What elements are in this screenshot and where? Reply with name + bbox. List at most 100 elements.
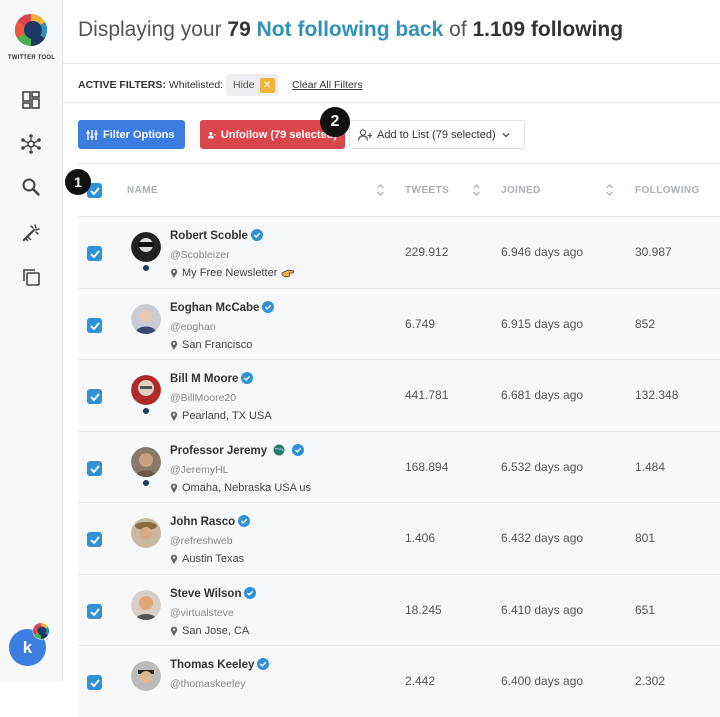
filter-whitelisted-label: Whitelisted: [168, 79, 224, 91]
avatar[interactable] [131, 232, 161, 262]
pointing-hand-icon [282, 269, 295, 278]
online-dot [143, 265, 149, 271]
following-count: 2.302 [635, 674, 666, 688]
user-name[interactable]: Robert Scoble [170, 229, 263, 242]
network-icon[interactable] [20, 133, 42, 155]
tweets-count: 229.912 [405, 245, 449, 259]
user-name[interactable]: Eoghan McCabe [170, 301, 275, 314]
location-pin-icon [170, 483, 178, 493]
sort-icon[interactable] [376, 183, 385, 197]
location-pin-icon [170, 340, 178, 350]
title-prefix: Displaying your [78, 18, 222, 41]
user-handle: @Scobleizer [170, 249, 230, 261]
avatar[interactable] [131, 661, 161, 691]
column-header-tweets[interactable]: TWEETS [405, 185, 449, 196]
row-checkbox[interactable] [87, 318, 102, 333]
app-logo-text: TWITTER TOOL [7, 55, 56, 61]
add-to-list-button[interactable]: Add to List (79 selected) [349, 120, 525, 149]
verified-badge-icon [262, 301, 275, 313]
magic-wand-icon[interactable] [20, 222, 42, 244]
user-name[interactable]: Bill M Moore [170, 372, 254, 385]
row-checkbox[interactable] [87, 675, 102, 690]
user-handle: @BillMoore20 [170, 392, 237, 404]
user-handle: @eoghan [170, 321, 216, 333]
filter-options-label: Filter Options [103, 128, 175, 141]
filter-options-button[interactable]: Filter Options [78, 120, 185, 149]
title-filter-name: Not following back [256, 18, 444, 41]
verified-badge-icon [238, 515, 251, 527]
filter-chip-hide: Hide ✕ [226, 74, 279, 96]
following-count: 801 [635, 531, 656, 545]
avatar[interactable] [131, 590, 161, 620]
table-row[interactable]: Professor Jeremy @JeremyHL Omaha, Nebras… [78, 431, 720, 503]
column-header-name[interactable]: NAME [127, 185, 158, 196]
tweets-count: 168.894 [405, 460, 449, 474]
location-pin-icon [170, 554, 178, 564]
search-icon[interactable] [20, 176, 42, 198]
table-row[interactable]: Robert Scoble @Scobleizer My Free Newsle… [78, 216, 720, 288]
check-icon [89, 607, 100, 616]
row-checkbox[interactable] [87, 246, 102, 261]
joined-date: 6.915 days ago [501, 317, 584, 331]
unfollow-label: Unfollow (79 selected) [220, 128, 337, 141]
dashboard-icon[interactable] [20, 89, 42, 111]
table-row[interactable]: Thomas Keeley @thomaskeeley 2.442 6.400 … [78, 645, 720, 717]
user-location: Pearland, TX USA [170, 410, 272, 422]
user-location: My Free Newsletter [170, 267, 295, 279]
user-location: San Jose, CA [170, 625, 249, 637]
verified-badge-icon [291, 444, 304, 456]
online-dot [143, 408, 149, 414]
following-count: 852 [635, 317, 656, 331]
avatar[interactable] [131, 304, 161, 334]
table-row[interactable]: Eoghan McCabe @eoghan San Francisco 6.74… [78, 288, 720, 360]
app-badge-icon [32, 622, 50, 640]
annotation-marker-1: 1 [65, 169, 91, 195]
sort-icon[interactable] [472, 183, 481, 197]
check-icon [89, 535, 100, 544]
active-filters-label: ACTIVE FILTERS: Whitelisted: [78, 79, 223, 91]
user-name[interactable]: Steve Wilson [170, 587, 257, 600]
table-row[interactable]: John Rasco @refreshweb Austin Texas 1.40… [78, 502, 720, 574]
avatar[interactable] [131, 447, 161, 477]
sidebar: TWITTER TOOL k [0, 0, 63, 681]
user-name[interactable]: John Rasco [170, 515, 251, 528]
user-minus-icon [208, 131, 216, 138]
online-dot [143, 480, 149, 486]
following-count: 30.987 [635, 245, 672, 259]
main-content: Displaying your 79 Not following back of… [63, 0, 720, 717]
avatar[interactable] [131, 375, 161, 405]
row-checkbox[interactable] [87, 389, 102, 404]
tweets-count: 6.749 [405, 317, 436, 331]
sort-icon[interactable] [605, 183, 614, 197]
row-checkbox[interactable] [87, 461, 102, 476]
filter-chip-label: Hide [233, 79, 255, 91]
check-icon [89, 678, 100, 687]
user-name[interactable]: Professor Jeremy [170, 444, 304, 457]
user-location: Omaha, Nebraska USA us [170, 482, 311, 494]
copy-icon[interactable] [20, 266, 42, 288]
avatar[interactable] [131, 518, 161, 548]
joined-date: 6.410 days ago [501, 603, 584, 617]
title-middle: of [449, 18, 467, 41]
table-row[interactable]: Bill M Moore @BillMoore20 Pearland, TX U… [78, 359, 720, 431]
user-handle: @virtualsteve [170, 607, 234, 619]
column-header-joined[interactable]: JOINED [501, 185, 541, 196]
row-checkbox[interactable] [87, 604, 102, 619]
joined-date: 6.532 days ago [501, 460, 584, 474]
page-title: Displaying your 79 Not following back of… [78, 18, 623, 42]
following-count: 132.348 [635, 388, 679, 402]
table-row[interactable]: Steve Wilson @virtualsteve San Jose, CA … [78, 574, 720, 646]
app-logo-icon[interactable] [14, 13, 48, 47]
user-name[interactable]: Thomas Keeley [170, 658, 270, 671]
row-checkbox[interactable] [87, 532, 102, 547]
close-icon[interactable]: ✕ [259, 77, 275, 93]
joined-date: 6.946 days ago [501, 245, 584, 259]
column-header-following[interactable]: FOLLOWING [635, 185, 700, 196]
title-count: 79 [227, 18, 251, 41]
tweets-count: 1.406 [405, 531, 436, 545]
clear-all-filters-link[interactable]: Clear All Filters [292, 79, 363, 91]
user-handle: @thomaskeeley [170, 678, 246, 690]
user-location: San Francisco [170, 339, 252, 351]
verified-badge-icon [250, 229, 263, 241]
table-header: 1 NAME TWEETS JOINED FOLLOWING [65, 163, 720, 216]
